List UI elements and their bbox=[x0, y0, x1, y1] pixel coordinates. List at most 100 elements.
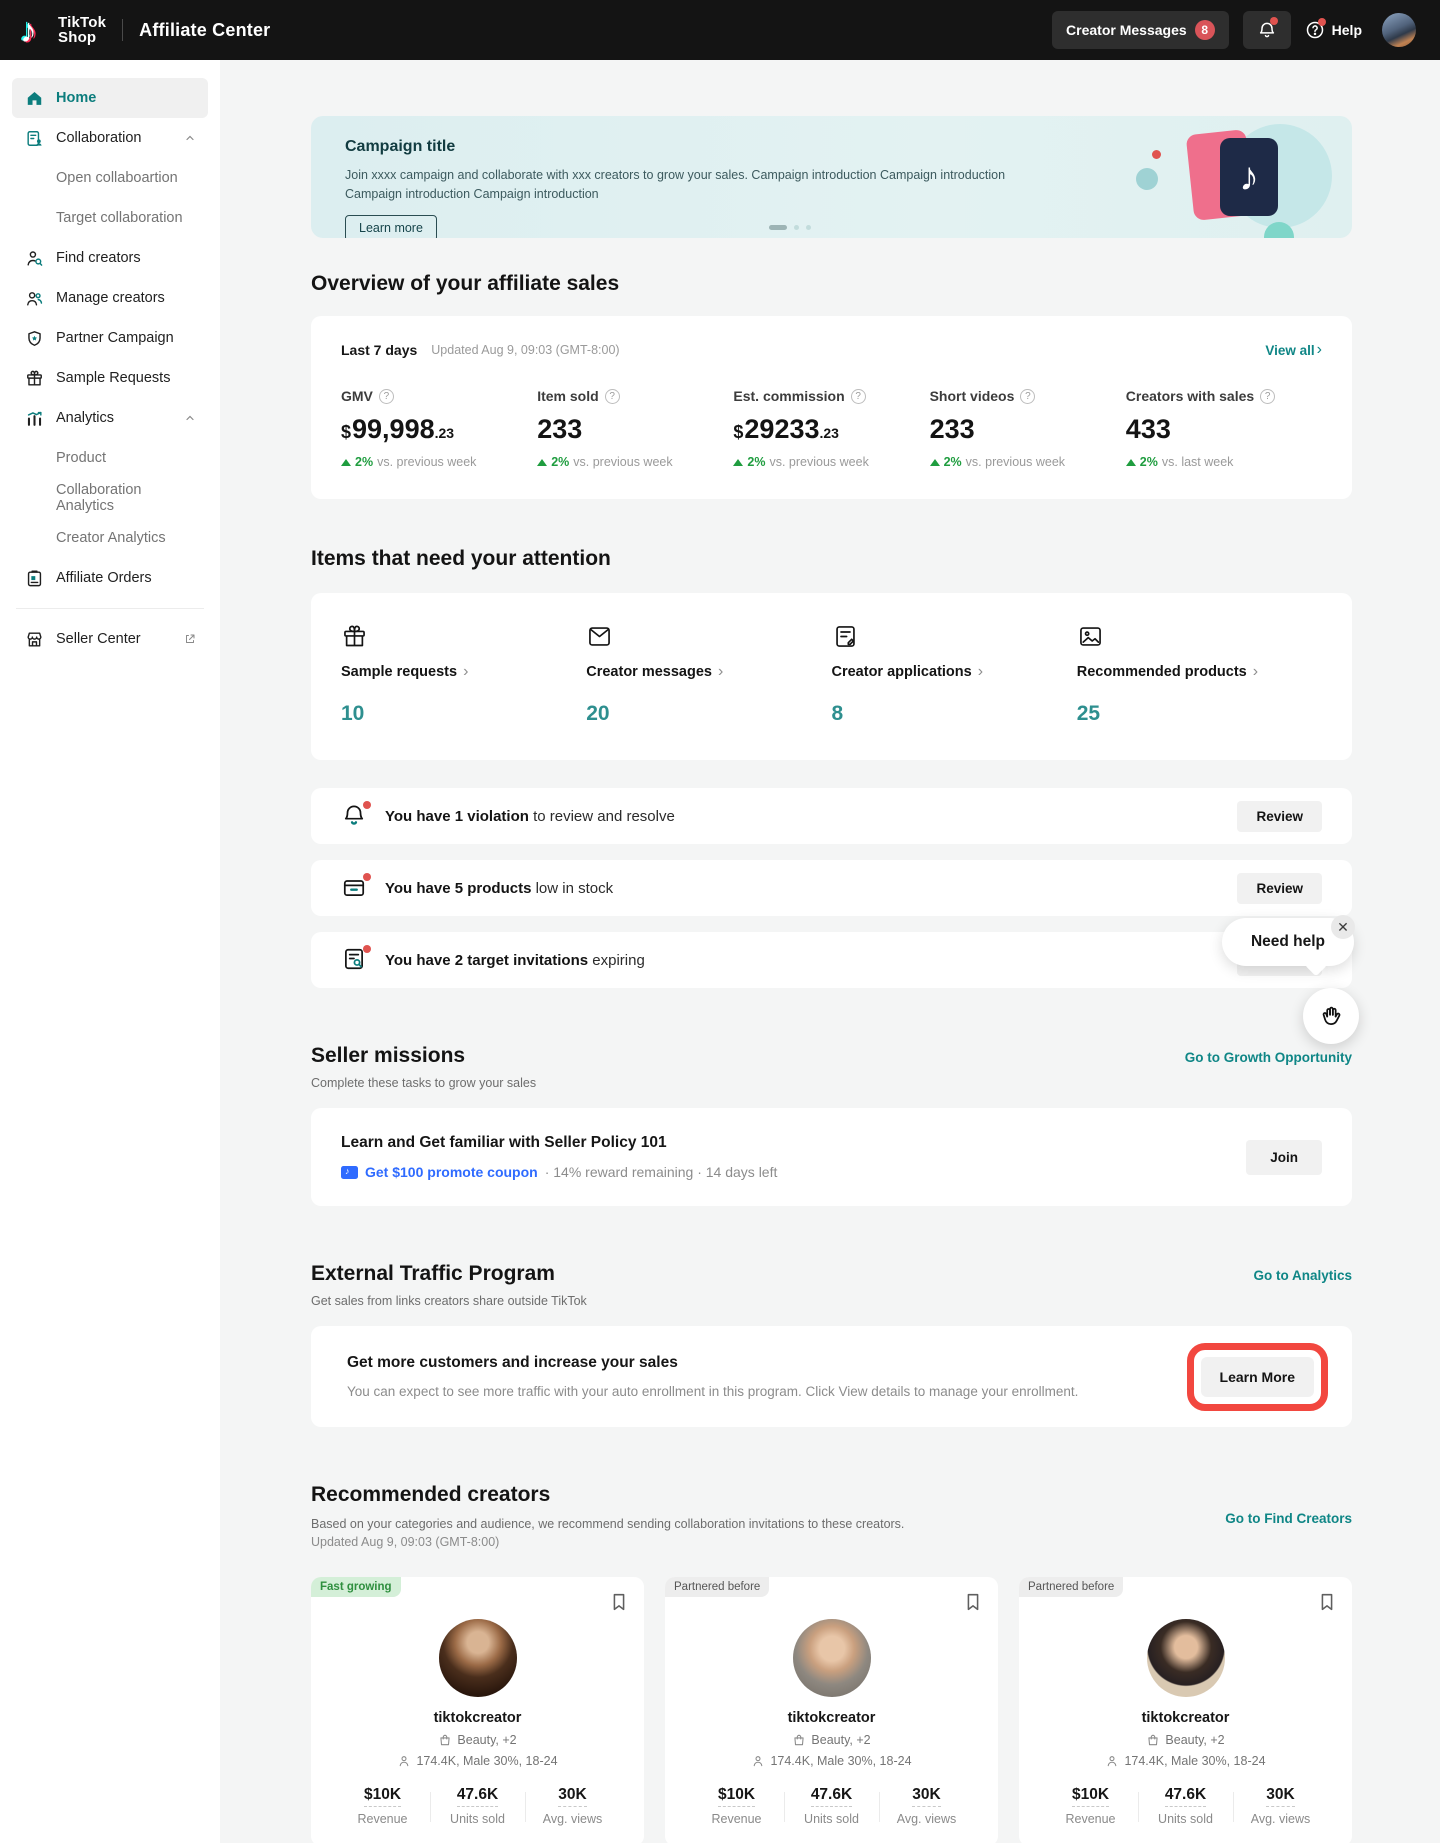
creator-card: Fast growing tiktokcreator Beauty, +2 17… bbox=[311, 1577, 644, 1843]
recommended-products-link[interactable]: Recommended products› bbox=[1077, 664, 1322, 680]
chevron-right-icon: › bbox=[1253, 664, 1258, 680]
creator-units-sold: 47.6K bbox=[457, 1786, 498, 1807]
review-violation-button[interactable]: Review bbox=[1237, 801, 1322, 832]
coupon-label[interactable]: Get $100 promote coupon bbox=[365, 1164, 538, 1180]
creator-avatar[interactable] bbox=[439, 1619, 517, 1697]
creator-messages-button[interactable]: Creator Messages 8 bbox=[1052, 11, 1229, 49]
view-all-link[interactable]: View all › bbox=[1265, 342, 1322, 358]
person-icon bbox=[1105, 1754, 1119, 1768]
recommended-subtitle: Based on your categories and audience, w… bbox=[311, 1517, 904, 1531]
sidebar-item-collaboration[interactable]: Collaboration bbox=[12, 118, 208, 158]
creator-units-sold: 47.6K bbox=[1165, 1786, 1206, 1807]
creator-name[interactable]: tiktokcreator bbox=[1043, 1710, 1328, 1726]
help-label: Help bbox=[1332, 22, 1362, 38]
carousel-dot[interactable] bbox=[806, 225, 811, 230]
external-link-icon bbox=[184, 633, 196, 645]
chevron-right-icon: › bbox=[1317, 342, 1322, 358]
sidebar-item-find-creators[interactable]: Find creators bbox=[12, 238, 208, 278]
sample-requests-icon bbox=[24, 368, 44, 388]
carousel-dot-active[interactable] bbox=[769, 225, 787, 230]
recommended-updated: Updated Aug 9, 09:03 (GMT-8:00) bbox=[311, 1535, 904, 1549]
chevron-up-icon bbox=[184, 412, 196, 424]
attention-heading: Items that need your attention bbox=[311, 547, 1352, 571]
creator-card: Partnered before tiktokcreator Beauty, +… bbox=[665, 1577, 998, 1843]
creator-applications-link[interactable]: Creator applications› bbox=[832, 664, 1077, 680]
recommended-products-count[interactable]: 25 bbox=[1077, 702, 1322, 726]
violation-alert-row: You have 1 violation to review and resol… bbox=[311, 788, 1352, 844]
creator-messages-link[interactable]: Creator messages› bbox=[586, 664, 831, 680]
campaign-learn-more-button[interactable]: Learn more bbox=[345, 215, 437, 238]
trend-up-icon bbox=[1126, 459, 1136, 466]
join-mission-button[interactable]: Join bbox=[1246, 1140, 1322, 1175]
sidebar-item-sample-requests[interactable]: Sample Requests bbox=[12, 358, 208, 398]
question-icon[interactable] bbox=[605, 389, 620, 404]
go-to-analytics-link[interactable]: Go to Analytics bbox=[1253, 1268, 1352, 1283]
coupon-icon bbox=[341, 1166, 358, 1179]
sidebar-item-home[interactable]: Home bbox=[12, 78, 208, 118]
date-range-label[interactable]: Last 7 days bbox=[341, 342, 417, 358]
low-stock-alert-row: You have 5 products low in stock Review bbox=[311, 860, 1352, 916]
sidebar-item-target-collaboration[interactable]: Target collaboration bbox=[12, 198, 208, 238]
bookmark-icon[interactable] bbox=[1316, 1591, 1338, 1613]
user-avatar[interactable] bbox=[1382, 13, 1416, 47]
stock-alert-icon bbox=[341, 874, 369, 902]
carousel-dots[interactable] bbox=[769, 225, 811, 230]
help-hand-button[interactable] bbox=[1303, 988, 1359, 1044]
help-dot bbox=[1318, 18, 1326, 26]
top-header: ♪♪♪ TikTok Shop Affiliate Center Creator… bbox=[0, 0, 1440, 60]
question-icon[interactable] bbox=[379, 389, 394, 404]
trend-up-icon bbox=[733, 459, 743, 466]
creator-avatar[interactable] bbox=[1147, 1619, 1225, 1697]
manage-creators-icon bbox=[24, 288, 44, 308]
question-icon[interactable] bbox=[1020, 389, 1035, 404]
growth-opportunity-link[interactable]: Go to Growth Opportunity bbox=[1185, 1050, 1352, 1065]
help-button[interactable]: Help bbox=[1305, 20, 1362, 40]
bag-icon bbox=[438, 1733, 452, 1747]
red-highlight-annotation: Learn More bbox=[1187, 1343, 1328, 1411]
sidebar-item-creator-analytics[interactable]: Creator Analytics bbox=[12, 518, 208, 558]
creator-name[interactable]: tiktokcreator bbox=[335, 1710, 620, 1726]
header-divider bbox=[122, 19, 123, 41]
sidebar-item-open-collaboration[interactable]: Open collaboartion bbox=[12, 158, 208, 198]
learn-more-button[interactable]: Learn More bbox=[1201, 1357, 1314, 1397]
sidebar-item-analytics[interactable]: Analytics bbox=[12, 398, 208, 438]
creator-units-sold: 47.6K bbox=[811, 1786, 852, 1807]
notification-dot bbox=[1270, 17, 1278, 25]
question-icon[interactable] bbox=[1260, 389, 1275, 404]
brand-line-2: Shop bbox=[58, 30, 106, 45]
sidebar-item-collaboration-analytics[interactable]: Collaboration Analytics bbox=[12, 478, 208, 518]
stat-item-sold: Item sold 233 2%vs. previous week bbox=[537, 388, 733, 469]
campaign-description: Join xxxx campaign and collaborate with … bbox=[345, 166, 1045, 205]
sidebar-item-affiliate-orders[interactable]: Affiliate Orders bbox=[12, 558, 208, 598]
brand-line-1: TikTok bbox=[58, 15, 106, 30]
notifications-button[interactable] bbox=[1243, 11, 1291, 49]
sidebar-item-partner-campaign[interactable]: Partner Campaign bbox=[12, 318, 208, 358]
bookmark-icon[interactable] bbox=[608, 1591, 630, 1613]
creator-applications-count[interactable]: 8 bbox=[832, 702, 1077, 726]
sample-requests-link[interactable]: Sample requests› bbox=[341, 664, 586, 680]
trend-up-icon bbox=[930, 459, 940, 466]
review-stock-button[interactable]: Review bbox=[1237, 873, 1322, 904]
attention-creator-messages: Creator messages› 20 bbox=[586, 623, 831, 726]
creator-avatar[interactable] bbox=[793, 1619, 871, 1697]
sidebar-item-seller-center[interactable]: Seller Center bbox=[12, 619, 208, 659]
sidebar-item-product[interactable]: Product bbox=[12, 438, 208, 478]
go-to-find-creators-link[interactable]: Go to Find Creators bbox=[1225, 1511, 1352, 1526]
bookmark-icon[interactable] bbox=[962, 1591, 984, 1613]
missions-subtitle: Complete these tasks to grow your sales bbox=[311, 1076, 536, 1090]
question-icon[interactable] bbox=[851, 389, 866, 404]
invitation-alert-icon bbox=[341, 946, 369, 974]
creator-card: Partnered before tiktokcreator Beauty, +… bbox=[1019, 1577, 1352, 1843]
close-icon[interactable]: ✕ bbox=[1331, 915, 1355, 939]
application-icon bbox=[832, 623, 859, 650]
overview-updated: Updated Aug 9, 09:03 (GMT-8:00) bbox=[431, 343, 619, 357]
missions-heading: Seller missions bbox=[311, 1044, 536, 1068]
creator-messages-count[interactable]: 20 bbox=[586, 702, 831, 726]
sidebar-item-manage-creators[interactable]: Manage creators bbox=[12, 278, 208, 318]
stat-gmv: GMV $99,998.23 2%vs. previous week bbox=[341, 388, 537, 469]
creator-name[interactable]: tiktokcreator bbox=[689, 1710, 974, 1726]
etp-heading: External Traffic Program bbox=[311, 1262, 587, 1286]
partnered-before-tag: Partnered before bbox=[1019, 1577, 1123, 1597]
carousel-dot[interactable] bbox=[794, 225, 799, 230]
sample-requests-count[interactable]: 10 bbox=[341, 702, 586, 726]
